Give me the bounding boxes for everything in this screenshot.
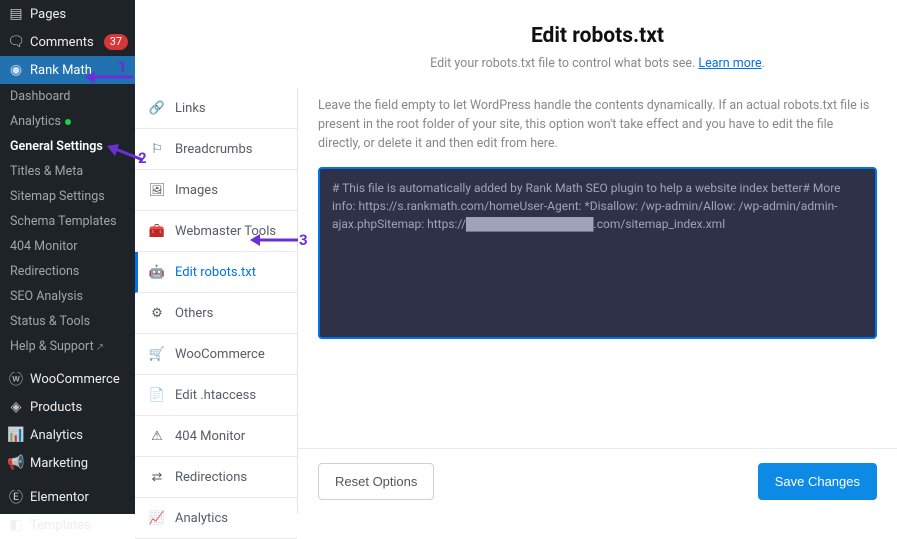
sidebar-item-woocommerce[interactable]: ⓦ WooCommerce <box>0 365 135 393</box>
tab-analytics[interactable]: 📈Analytics <box>135 498 297 539</box>
sidebar-item-comments[interactable]: 🗨 Comments 37 <box>0 28 135 56</box>
reset-button[interactable]: Reset Options <box>318 463 434 500</box>
woocommerce-icon: ⓦ <box>8 371 24 387</box>
help-text: Leave the field empty to let WordPress h… <box>318 97 877 153</box>
sidebar-item-templates[interactable]: ◧ Templates <box>0 511 135 539</box>
comments-icon: 🗨 <box>8 34 24 50</box>
subitem-seo-analysis[interactable]: SEO Analysis <box>0 284 135 309</box>
analytics-icon: 📊 <box>8 427 24 443</box>
page-title: Edit robots.txt <box>318 24 877 48</box>
file-icon: 📄 <box>149 387 165 403</box>
tab-links[interactable]: 🔗Links <box>135 88 297 129</box>
elementor-icon: Ⓔ <box>8 489 24 505</box>
toolbox-icon: 🧰 <box>149 223 165 239</box>
shuffle-icon: ⇄ <box>149 469 165 485</box>
annotation-arrow-1 <box>85 68 135 90</box>
tab-edit-robots[interactable]: 🤖Edit robots.txt <box>135 252 297 293</box>
sidebar-item-elementor[interactable]: Ⓔ Elementor <box>0 483 135 511</box>
tab-woocommerce[interactable]: 🛒WooCommerce <box>135 334 297 375</box>
subitem-404[interactable]: 404 Monitor <box>0 234 135 259</box>
tab-images[interactable]: 🖼Images <box>135 170 297 211</box>
annotation-number-3: 3 <box>299 231 308 249</box>
templates-icon: ◧ <box>8 517 24 533</box>
annotation-arrow-3 <box>250 231 300 253</box>
footer-bar: Reset Options Save Changes <box>298 448 897 514</box>
page-subtitle: Edit your robots.txt file to control wha… <box>318 56 877 71</box>
sidebar-label-pages: Pages <box>30 7 66 22</box>
sidebar-label-comments: Comments <box>30 35 94 50</box>
tab-redirections[interactable]: ⇄Redirections <box>135 457 297 498</box>
link-icon: 🔗 <box>149 100 165 116</box>
tab-404[interactable]: ⚠404 Monitor <box>135 416 297 457</box>
sidebar-item-analytics2[interactable]: 📊 Analytics <box>0 421 135 449</box>
save-button[interactable]: Save Changes <box>758 463 877 500</box>
images-icon: 🖼 <box>149 182 165 198</box>
rankmath-icon: ◉ <box>8 62 24 78</box>
sidebar-label-rankmath: Rank Math <box>30 63 92 78</box>
subitem-analytics[interactable]: Analytics <box>0 109 135 134</box>
tab-htaccess[interactable]: 📄Edit .htaccess <box>135 375 297 416</box>
subitem-sitemap[interactable]: Sitemap Settings <box>0 184 135 209</box>
tab-breadcrumbs[interactable]: ⚐Breadcrumbs <box>135 129 297 170</box>
sidebar-item-products[interactable]: ◈ Products <box>0 393 135 421</box>
tab-others[interactable]: ⚙Others <box>135 293 297 334</box>
pages-icon: ▤ <box>8 6 24 22</box>
subitem-schema[interactable]: Schema Templates <box>0 209 135 234</box>
sidebar-item-pages[interactable]: ▤ Pages <box>0 0 135 28</box>
marketing-icon: 📢 <box>8 455 24 471</box>
robot-icon: 🤖 <box>149 264 165 280</box>
main-body: Leave the field empty to let WordPress h… <box>298 81 897 349</box>
cart-icon: 🛒 <box>149 346 165 362</box>
learn-more-link[interactable]: Learn more <box>698 56 761 71</box>
robots-txt-editor[interactable]: # This file is automatically added by Ra… <box>318 167 877 339</box>
main-panel: Edit robots.txt Edit your robots.txt fil… <box>298 0 897 514</box>
products-icon: ◈ <box>8 399 24 415</box>
subitem-help[interactable]: Help & Support↗ <box>0 334 135 359</box>
external-link-icon: ↗ <box>96 342 104 353</box>
comments-badge: 37 <box>104 34 128 50</box>
sidebar-item-marketing[interactable]: 📢 Marketing <box>0 449 135 477</box>
annotation-number-1: 1 <box>118 58 127 76</box>
chart-icon: 📈 <box>149 510 165 526</box>
subitem-status[interactable]: Status & Tools <box>0 309 135 334</box>
main-header: Edit robots.txt Edit your robots.txt fil… <box>298 0 897 81</box>
annotation-number-2: 2 <box>138 149 147 167</box>
green-dot-icon <box>65 119 71 125</box>
subitem-redirections[interactable]: Redirections <box>0 259 135 284</box>
warning-icon: ⚠ <box>149 428 165 444</box>
gear-icon: ⚙ <box>149 305 165 321</box>
settings-tabs: 🔗Links ⚐Breadcrumbs 🖼Images 🧰Webmaster T… <box>135 88 298 514</box>
breadcrumb-icon: ⚐ <box>149 141 165 157</box>
